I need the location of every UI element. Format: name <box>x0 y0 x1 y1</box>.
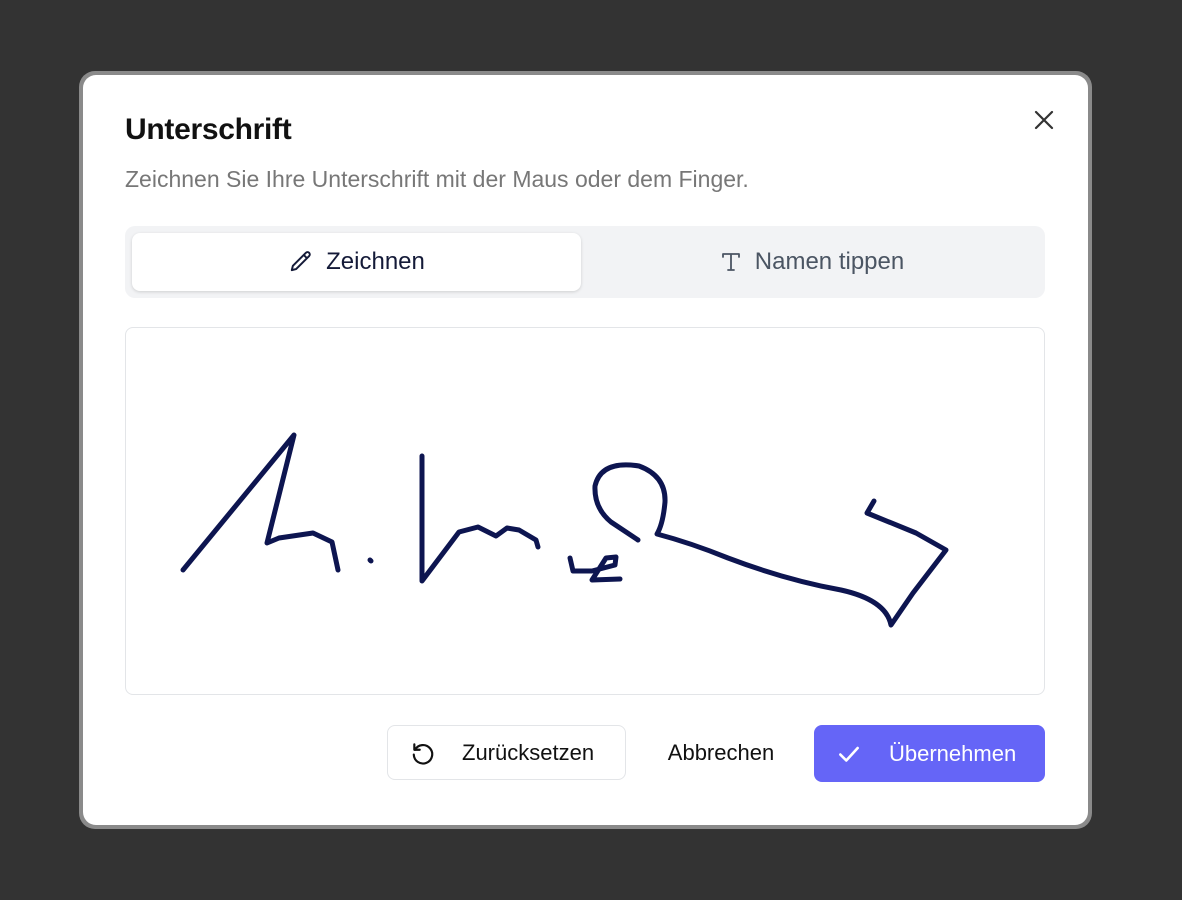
tab-draw[interactable]: Zeichnen <box>132 233 581 291</box>
pencil-icon <box>288 249 314 275</box>
close-button[interactable] <box>1029 105 1059 135</box>
signature-mode-tabs: Zeichnen Namen tippen <box>125 226 1045 298</box>
dialog-title: Unterschrift <box>125 113 292 146</box>
cancel-button[interactable]: Abbrechen <box>649 725 793 780</box>
signature-canvas[interactable] <box>125 327 1045 695</box>
text-icon <box>719 250 743 274</box>
close-icon <box>1034 110 1054 130</box>
reset-button-label: Zurücksetzen <box>462 739 595 765</box>
signature-dialog: Unterschrift Zeichnen Sie Ihre Unterschr… <box>83 75 1088 825</box>
tab-type-name[interactable]: Namen tippen <box>585 233 1038 291</box>
reset-icon <box>410 740 436 766</box>
dialog-subtitle: Zeichnen Sie Ihre Unterschrift mit der M… <box>125 166 749 192</box>
apply-button-label: Übernehmen <box>889 740 1017 766</box>
signature-drawing <box>180 432 949 628</box>
tab-type-label: Namen tippen <box>754 248 905 275</box>
apply-button[interactable]: Übernehmen <box>814 725 1045 782</box>
check-icon <box>836 741 862 767</box>
reset-button[interactable]: Zurücksetzen <box>387 725 626 780</box>
tab-draw-label: Zeichnen <box>326 248 425 275</box>
cancel-button-label: Abbrechen <box>667 739 775 765</box>
